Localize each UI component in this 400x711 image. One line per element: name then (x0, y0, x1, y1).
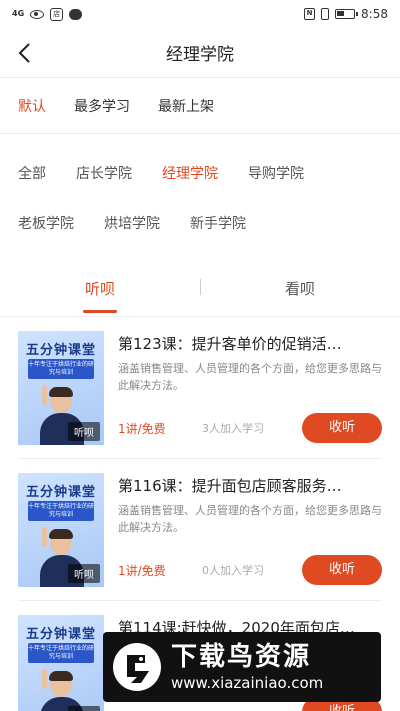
tab-watch[interactable]: 看呗 (200, 269, 400, 317)
category-manager[interactable]: 经理学院 (162, 163, 218, 183)
course-info: 第123课：提升客单价的促销活… 涵盖销售管理、人员管理的各个方面，给您更多思路… (104, 331, 382, 444)
sort-tabs: 默认 最多学习 最新上架 (0, 78, 400, 134)
thumbnail-title: 五分钟课堂 (25, 343, 96, 358)
watermark-text: 下载鸟资源 www.xiazainiao.com (171, 641, 323, 693)
course-description: 涵盖销售管理、人员管理的各个方面，给您更多思路与此解决方法。 (118, 362, 382, 392)
vibrate-icon (321, 8, 330, 20)
status-left: 4G 店 (12, 7, 83, 21)
course-title: 第123课：提升客单价的促销活… (118, 335, 342, 353)
watermark-title: 下载鸟资源 (171, 642, 312, 672)
presenter-image (40, 669, 84, 711)
thumbnail-subtitle: 十年专注于烘焙行业的研究与培训 (28, 501, 94, 521)
category-shopping-guide[interactable]: 导购学院 (248, 163, 304, 183)
course-title: 第116课：提升面包店顾客服务… (118, 477, 342, 495)
learner-count: 3人加入学习 (202, 422, 264, 435)
listen-button[interactable]: 收听 (302, 555, 382, 585)
battery-icon (335, 9, 359, 19)
tab-listen[interactable]: 听呗 (0, 269, 200, 317)
audio-badge: 听呗 (68, 422, 100, 441)
course-price: 1讲/免费 (118, 421, 166, 436)
nfc-icon: N (304, 8, 316, 20)
category-filter: 全部 店长学院 经理学院 导购学院 老板学院 烘培学院 新手学院 (0, 134, 400, 269)
page-title: 经理学院 (166, 45, 234, 65)
course-price: 1讲/免费 (118, 563, 166, 578)
category-row: 老板学院 烘培学院 新手学院 (18, 198, 382, 248)
eye-icon (30, 9, 45, 19)
category-row: 全部 店长学院 经理学院 导购学院 (18, 148, 382, 198)
status-right: N 8:58 (304, 7, 388, 21)
media-tabs: 听呗 看呗 (0, 269, 400, 317)
bird-logo-icon (113, 643, 161, 691)
course-meta: 1讲/免费 0人加入学习 收听 (118, 554, 382, 586)
message-icon (69, 8, 83, 20)
thumbnail-title: 五分钟课堂 (25, 627, 96, 642)
thumbnail-subtitle: 十年专注于烘焙行业的研究与培训 (28, 359, 94, 379)
category-baking[interactable]: 烘培学院 (104, 213, 160, 233)
course-thumbnail: 五分钟课堂 十年专注于烘焙行业的研究与培训 听呗 (18, 473, 104, 587)
audio-badge: 听呗 (68, 706, 100, 711)
course-card[interactable]: 五分钟课堂 十年专注于烘焙行业的研究与培训 听呗 第123课：提升客单价的促销活… (18, 317, 382, 459)
app-badge-icon: 店 (50, 7, 64, 21)
category-all[interactable]: 全部 (18, 163, 46, 183)
category-beginner[interactable]: 新手学院 (190, 213, 246, 233)
course-info: 第116课：提升面包店顾客服务… 涵盖销售管理、人员管理的各个方面，给您更多思路… (104, 473, 382, 586)
course-description: 涵盖销售管理、人员管理的各个方面，给您更多思路与此解决方法。 (118, 504, 382, 534)
sort-tab-most-learned[interactable]: 最多学习 (74, 96, 130, 116)
status-bar: 4G 店 N 8:58 (0, 0, 400, 28)
clock: 8:58 (361, 7, 388, 21)
course-thumbnail: 五分钟课堂 十年专注于烘焙行业的研究与培训 听呗 (18, 331, 104, 445)
learner-count: 0人加入学习 (202, 564, 264, 577)
watermark-url: www.xiazainiao.com (171, 674, 324, 692)
course-thumbnail: 五分钟课堂 十年专注于烘焙行业的研究与培训 听呗 (18, 615, 104, 711)
sort-tab-newest[interactable]: 最新上架 (158, 96, 214, 116)
nav-bar: 经理学院 (0, 28, 400, 78)
signal-icon: 4G (12, 9, 25, 18)
category-store-manager[interactable]: 店长学院 (76, 163, 132, 183)
watermark-overlay: 下载鸟资源 www.xiazainiao.com (103, 632, 381, 702)
course-card[interactable]: 五分钟课堂 十年专注于烘焙行业的研究与培训 听呗 第116课：提升面包店顾客服务… (18, 459, 382, 601)
thumbnail-title: 五分钟课堂 (25, 485, 96, 500)
sort-tab-default[interactable]: 默认 (18, 96, 46, 116)
course-meta: 1讲/免费 3人加入学习 收听 (118, 412, 382, 444)
back-arrow-icon[interactable] (14, 41, 38, 65)
listen-button[interactable]: 收听 (302, 413, 382, 443)
category-boss[interactable]: 老板学院 (18, 213, 74, 233)
audio-badge: 听呗 (68, 564, 100, 583)
thumbnail-subtitle: 十年专注于烘焙行业的研究与培训 (28, 643, 94, 663)
